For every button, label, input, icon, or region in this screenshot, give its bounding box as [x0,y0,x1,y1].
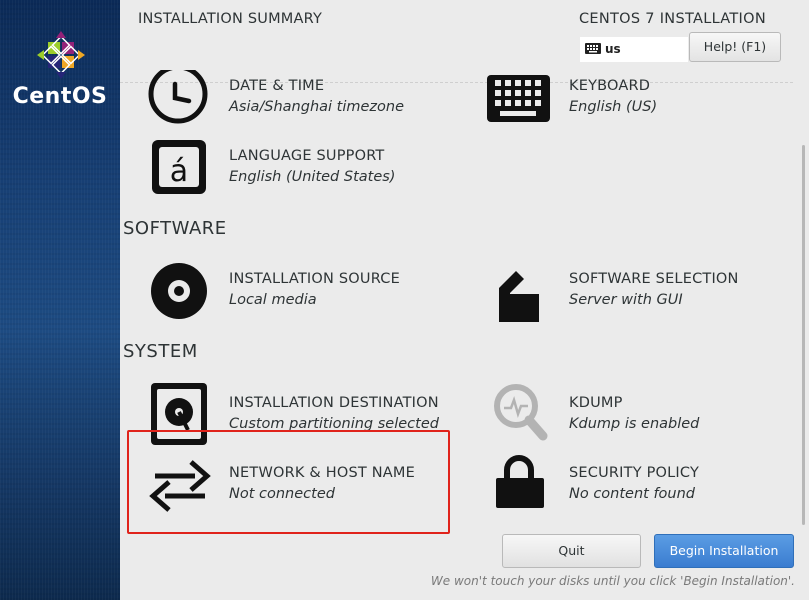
help-button[interactable]: Help! (F1) [689,32,781,62]
spoke-status: Asia/Shanghai timezone [229,99,405,115]
highlight-box [127,430,450,534]
spoke-software-selection[interactable]: SOFTWARE SELECTION Server with GUI [496,268,796,328]
keyboard-small-icon [585,43,601,54]
lock-icon [496,455,544,508]
spoke-language-support[interactable]: á LANGUAGE SUPPORT English (United State… [150,138,450,198]
spoke-title: LANGUAGE SUPPORT [229,148,385,164]
section-heading-system: SYSTEM [123,341,198,362]
svg-text:á: á [170,154,188,189]
clock-icon [148,70,208,124]
spoke-title: DATE & TIME [229,78,325,94]
spoke-keyboard[interactable]: KEYBOARD English (US) [486,70,786,128]
spoke-date-time[interactable]: DATE & TIME Asia/Shanghai timezone [147,70,447,128]
spoke-status: Kdump is enabled [569,416,700,432]
spoke-security-policy[interactable]: SECURITY POLICY No content found [494,454,794,514]
language-icon: á [152,140,206,194]
keyboard-icon [487,75,550,122]
spoke-title: INSTALLATION SOURCE [229,271,400,287]
spoke-installation-source[interactable]: INSTALLATION SOURCE Local media [150,262,450,322]
product-title: CENTOS 7 INSTALLATION [578,11,766,27]
sidebar: CentOS [0,0,120,600]
page-title: INSTALLATION SUMMARY [138,11,323,27]
footer-note: We won't touch your disks until you clic… [430,574,795,588]
keyboard-layout-label: us [605,42,621,56]
spoke-title: KEYBOARD [569,78,651,94]
package-icon [499,271,539,322]
disc-icon [151,263,207,319]
spoke-title: KDUMP [569,395,623,411]
main-panel: INSTALLATION SUMMARY CENTOS 7 INSTALLATI… [120,0,809,600]
spoke-title: SECURITY POLICY [569,465,700,481]
magnifier-icon [494,384,548,441]
spoke-kdump[interactable]: KDUMP Kdump is enabled [492,384,792,444]
begin-installation-button[interactable]: Begin Installation [654,534,794,568]
section-heading-software: SOFTWARE [123,218,227,239]
spoke-status: English (United States) [229,169,396,185]
keyboard-layout-indicator[interactable]: us [580,37,688,62]
brand-name: CentOS [12,84,108,109]
centos-logo-icon [37,31,85,79]
spoke-title: INSTALLATION DESTINATION [229,395,439,411]
spoke-status: No content found [569,486,696,502]
spoke-status: Server with GUI [569,292,683,308]
spoke-status: English (US) [569,99,658,115]
scrollbar[interactable] [802,145,805,525]
quit-button[interactable]: Quit [502,534,641,568]
spoke-status: Local media [229,292,317,308]
spoke-title: SOFTWARE SELECTION [569,271,739,287]
